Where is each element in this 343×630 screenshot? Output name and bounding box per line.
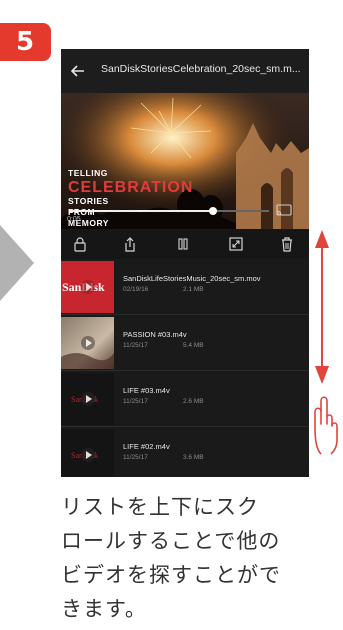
lock-icon[interactable] <box>72 236 88 252</box>
video-progress-bar[interactable] <box>69 207 269 215</box>
overlay-line-memory: MEMORY <box>68 218 109 228</box>
video-date: 11/25/17 <box>123 342 148 349</box>
list-item[interactable]: PASSION #03.m4v 11/25/17 5.4 MB <box>61 315 309 371</box>
list-item[interactable]: SanDisk LIFE #02.m4v 11/25/17 3.6 MB <box>61 427 309 477</box>
caption-line-1: リストを上下にスク <box>61 495 259 519</box>
video-progress-knob[interactable] <box>209 207 217 215</box>
pause-icon[interactable] <box>175 236 191 252</box>
video-date: 11/25/17 <box>123 454 148 461</box>
video-date: 11/25/17 <box>123 398 148 405</box>
video-thumbnail: SanDisk <box>61 429 114 477</box>
video-thumbnail: SanDisk <box>61 261 114 313</box>
video-thumbnail <box>61 317 114 369</box>
previous-step-arrow-icon[interactable] <box>0 225 34 301</box>
video-list[interactable]: SanDisk SanDiskLifeStoriesMusic_20sec_sm… <box>61 259 309 477</box>
caption-line-2: ロールすることで他の <box>61 529 281 553</box>
video-overlay-text: TELLING CELEBRATION STORIES FROM MEMORY <box>68 168 193 229</box>
overlay-line-from: FROM <box>68 207 96 217</box>
video-size: 2.1 MB <box>183 286 204 293</box>
overlay-line-stories: STORIES <box>68 196 109 206</box>
swipe-finger-icon <box>314 396 338 455</box>
cast-icon[interactable] <box>276 204 292 216</box>
caption-line-3: ビデオを探すことがで <box>61 563 281 587</box>
life-03-thumbnail-image: SanDisk <box>61 373 114 425</box>
video-title: SanDiskStoriesCelebration_20sec_sm.m... <box>101 63 301 75</box>
back-arrow-icon[interactable] <box>70 63 86 79</box>
overlay-line-celebration: CELEBRATION <box>68 179 194 196</box>
video-size: 5.4 MB <box>183 342 204 349</box>
passion-thumbnail-image <box>61 317 114 369</box>
step-number-badge: 5 <box>0 23 51 61</box>
video-date: 02/19/16 <box>123 286 149 293</box>
video-filename: PASSION #03.m4v <box>123 330 187 339</box>
elapsed-time: 0:05 <box>67 216 81 223</box>
video-filename: LIFE #03.m4v <box>123 386 170 395</box>
up-down-arrow-icon <box>315 230 329 384</box>
video-size: 2.6 MB <box>183 398 204 405</box>
player-controls <box>61 229 309 259</box>
overlay-line-telling: TELLING <box>68 168 108 178</box>
instruction-caption: リストを上下にスク ロールすることで他の ビデオを探すことがで きます。 <box>61 490 336 626</box>
share-icon[interactable] <box>122 236 138 252</box>
video-thumbnail: SanDisk <box>61 373 114 425</box>
life-02-thumbnail-image: SanDisk <box>61 429 114 477</box>
caption-line-4: きます。 <box>61 597 147 621</box>
app-top-bar: SanDiskStoriesCelebration_20sec_sm.m... <box>61 49 309 93</box>
sandisk-logo-thumbnail: SanDisk <box>61 261 114 313</box>
video-progress-fill <box>69 210 213 212</box>
list-item[interactable]: SanDisk SanDiskLifeStoriesMusic_20sec_sm… <box>61 259 309 315</box>
scroll-gesture-hint <box>314 230 338 455</box>
phone-screen: SanDiskStoriesCelebration_20sec_sm.m... <box>61 49 309 477</box>
video-player[interactable]: TELLING CELEBRATION STORIES FROM MEMORY <box>61 93 309 243</box>
fullscreen-icon[interactable] <box>228 236 244 252</box>
video-size: 3.6 MB <box>183 454 204 461</box>
video-filename: LIFE #02.m4v <box>123 442 170 451</box>
video-filename: SanDiskLifeStoriesMusic_20sec_sm.mov <box>123 274 261 283</box>
list-item[interactable]: SanDisk LIFE #03.m4v 11/25/17 2.6 MB <box>61 371 309 427</box>
trash-icon[interactable] <box>279 236 295 252</box>
